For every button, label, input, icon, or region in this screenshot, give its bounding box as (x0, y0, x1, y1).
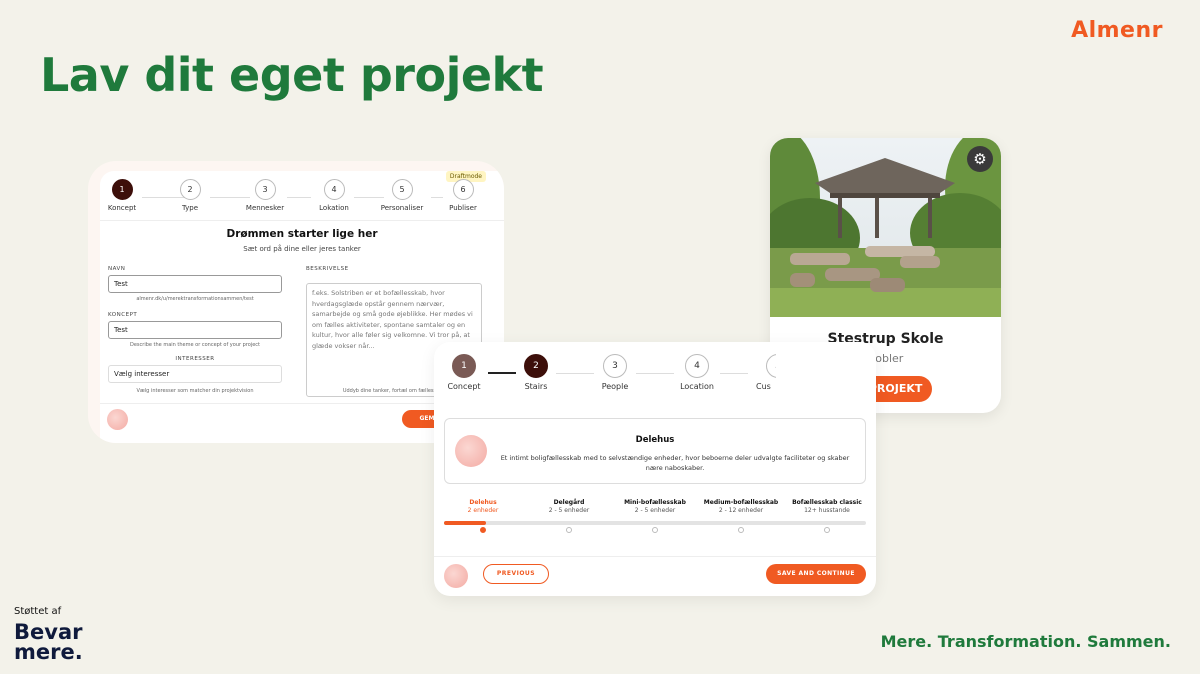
step-label: People (601, 382, 629, 391)
form-step-4[interactable]: 4 Lokation (309, 179, 359, 212)
option-size: 2 - 5 enheder (548, 507, 590, 514)
step-number: 1 (452, 354, 476, 378)
option-bofaellesskab-classic[interactable]: Bofællesskab classic 12+ husstande (782, 499, 872, 514)
form-step-3[interactable]: 3 Mennesker (235, 179, 295, 212)
slider-stop[interactable] (480, 527, 486, 533)
step-label: Personaliser (380, 204, 424, 212)
step-label: Lokation (319, 204, 349, 212)
partner-logo: Bevar mere. (14, 620, 83, 664)
partner-logo-line: Bevar (14, 620, 83, 644)
form-subheading: Sæt ord på dine eller jeres tanker (243, 245, 361, 253)
divider (434, 556, 876, 557)
step-label: Location (680, 382, 714, 391)
name-label: NAVN (108, 266, 126, 272)
step-label: Publiser (449, 204, 477, 212)
step-number: 6 (452, 179, 474, 200)
avatar (107, 409, 128, 430)
slider-stop[interactable] (738, 527, 744, 533)
step-label: Mennesker (245, 204, 285, 212)
step-number: 4 (323, 179, 345, 200)
stairs-step-1[interactable]: 1 Concept (444, 354, 484, 391)
form-step-2[interactable]: 2 Type (170, 179, 210, 212)
option-name: Bofællesskab classic (792, 499, 862, 506)
step-label: Cus (756, 382, 771, 391)
step-number: 1 (111, 179, 133, 200)
option-size: 2 - 5 enheder (634, 507, 676, 514)
form-stepper: 1 Koncept 2 Type 3 Mennesker 4 Lokation … (100, 179, 504, 219)
stairs-stepper: 1 Concept 2 Stairs 3 People 4 Location 5… (434, 354, 876, 398)
form-step-1[interactable]: 1 Koncept (102, 179, 142, 212)
selected-type-title: Delehus (635, 435, 675, 445)
step-number: 4 (685, 354, 709, 378)
form-step-6[interactable]: 6 Publiser (443, 179, 483, 212)
slider-stop[interactable] (566, 527, 572, 533)
stairs-step-5[interactable]: 5 Cus (752, 354, 776, 391)
step-number: 3 (603, 354, 627, 378)
size-slider-fill (444, 521, 487, 525)
option-name: Delehus (469, 499, 497, 506)
divider (100, 220, 504, 221)
page-title: Lav dit eget projekt (40, 48, 544, 102)
step-label: Concept (447, 382, 481, 391)
option-name: Mini-bofællesskab (624, 499, 686, 506)
selected-type-description: Et intimt boligfællesskab med to selvstæ… (500, 454, 850, 472)
support-label: Støttet af (14, 606, 62, 617)
option-delehus[interactable]: Delehus 2 enheder (438, 499, 528, 514)
slider-stop[interactable] (824, 527, 830, 533)
interests-select[interactable]: Vælg interesser (108, 365, 282, 383)
stairs-step-4[interactable]: 4 Location (675, 354, 719, 391)
save-and-continue-button[interactable]: SAVE AND CONTINUE (766, 564, 866, 584)
option-mini-bofaellesskab[interactable]: Mini-bofællesskab 2 - 5 enheder (610, 499, 700, 514)
form-heading: Drømmen starter lige her (226, 228, 378, 240)
option-name: Medium-bofællesskab (703, 499, 779, 506)
description-label: BESKRIVELSE (306, 266, 349, 272)
stairs-step-3[interactable]: 3 People (595, 354, 635, 391)
gear-icon[interactable]: ⚙ (967, 146, 993, 172)
step-label: Stairs (524, 382, 548, 391)
form-step-5[interactable]: 5 Personaliser (372, 179, 432, 212)
step-number: 2 (179, 179, 201, 200)
partner-logo-line: mere. (14, 640, 83, 664)
option-medium-bofaellesskab[interactable]: Medium-bofællesskab 2 - 12 enheder (696, 499, 786, 514)
brand-logo: Almenr (1071, 18, 1163, 43)
option-name: Delegård (553, 499, 585, 506)
selected-type-panel: Delehus Et intimt boligfællesskab med to… (444, 418, 866, 484)
concept-hint: Describe the main theme or concept of yo… (129, 342, 260, 348)
option-size: 12+ husstande (804, 507, 850, 514)
stairs-card: 1 Concept 2 Stairs 3 People 4 Location 5… (434, 342, 876, 596)
project-photo (770, 138, 1001, 317)
previous-button[interactable]: PREVIOUS (483, 564, 549, 584)
avatar (444, 564, 468, 588)
option-size: 2 enheder (467, 507, 499, 514)
option-delegaard[interactable]: Delegård 2 - 5 enheder (524, 499, 614, 514)
tagline: Mere. Transformation. Sammen. (880, 632, 1171, 651)
step-number: 3 (254, 179, 276, 200)
slider-stop[interactable] (652, 527, 658, 533)
step-number: 5 (391, 179, 413, 200)
interests-hint: Vælg interesser som matcher din projektv… (136, 388, 254, 394)
name-hint: almenr.dk/u/merektransformationsammen/te… (136, 296, 254, 302)
step-number: 5 (766, 354, 776, 378)
step-label: Koncept (107, 204, 137, 212)
size-slider-track[interactable] (444, 521, 866, 525)
interests-label: INTERESSER (175, 356, 215, 362)
concept-label: KONCEPT (108, 312, 138, 318)
step-label: Type (181, 204, 199, 212)
step-number: 2 (524, 354, 548, 378)
stairs-step-2[interactable]: 2 Stairs (516, 354, 556, 391)
option-size: 2 - 12 enheder (718, 507, 764, 514)
concept-field[interactable]: Test (108, 321, 282, 339)
name-field[interactable]: Test (108, 275, 282, 293)
